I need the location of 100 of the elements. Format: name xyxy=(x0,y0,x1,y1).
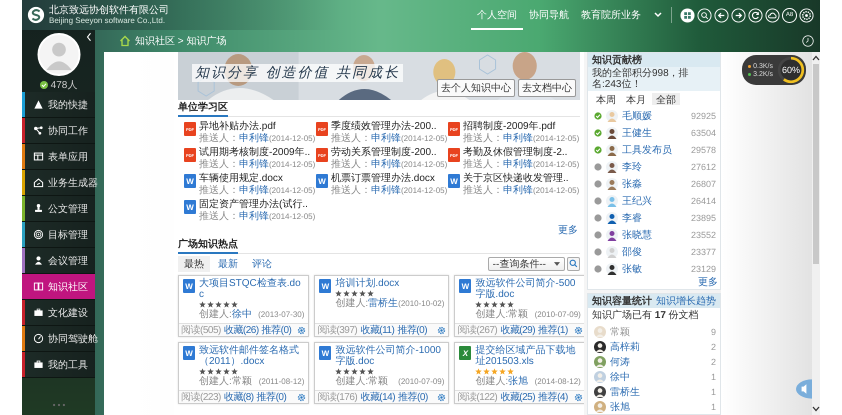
banner-button[interactable]: 去个人知识中心 xyxy=(437,79,515,97)
user-link[interactable]: 张晓慧 xyxy=(622,228,652,242)
search-button[interactable] xyxy=(567,256,580,270)
scroll-down-icon[interactable] xyxy=(812,406,820,412)
creator-name[interactable]: 雷桥生 xyxy=(368,298,398,310)
pusher-link[interactable]: 申利锋 xyxy=(371,159,401,171)
word-file-icon: W xyxy=(183,279,195,293)
sidebar-item[interactable]: 会议管理 xyxy=(22,248,95,274)
user-name[interactable]: 何涛 xyxy=(610,354,630,368)
forward-icon[interactable] xyxy=(731,8,746,22)
nav-tab[interactable]: 教育院所业务 xyxy=(575,0,647,30)
document-title[interactable]: 致远软件公司简介-1000字版.doc xyxy=(335,345,444,367)
recommend-link[interactable]: 推荐(0) xyxy=(398,390,428,404)
sidebar-item[interactable]: 公文管理 xyxy=(22,196,95,222)
sidebar-item[interactable]: 表单应用 xyxy=(22,144,95,170)
document-title[interactable]: 提交给区域产品下载地址201503.xls xyxy=(475,345,581,367)
pusher-link[interactable]: 申利锋 xyxy=(371,185,401,197)
file-name[interactable]: 固定资产管理办法(试行.. xyxy=(199,199,316,211)
clock-icon[interactable] xyxy=(802,35,814,47)
back-icon[interactable] xyxy=(714,8,729,22)
recommend-link[interactable]: 推荐(4) xyxy=(538,390,568,404)
sidebar-item[interactable]: 知识社区 xyxy=(22,274,95,300)
user-link[interactable]: 毛顺媛 xyxy=(622,108,652,122)
pusher-link[interactable]: 申利锋 xyxy=(503,185,533,197)
period-tab[interactable]: 本周 xyxy=(592,93,620,105)
file-name[interactable]: 招聘制度-2009年.pdf xyxy=(463,121,580,133)
sidebar-item[interactable]: 文化建设 xyxy=(22,300,95,326)
document-title[interactable]: 大项目STQC检查表.doc xyxy=(199,278,304,300)
scroll-up-icon[interactable] xyxy=(812,55,820,61)
favorite-link[interactable]: 收藏(14) xyxy=(360,390,396,404)
pusher-label: 推送人： xyxy=(199,159,239,171)
pusher-link[interactable]: 申利锋 xyxy=(239,185,269,197)
breadcrumb: 知识社区 > 知识广场 xyxy=(135,34,226,48)
user-link[interactable]: 邵俊 xyxy=(622,244,642,258)
recommend-link[interactable]: 推荐(0) xyxy=(262,323,292,337)
pusher-link[interactable]: 申利锋 xyxy=(503,133,533,145)
user-name[interactable]: 高梓莉 xyxy=(610,340,640,354)
refresh-icon[interactable] xyxy=(748,8,763,22)
favorite-link[interactable]: 收藏(11) xyxy=(360,323,394,337)
file-name[interactable]: 试用期考核制度-2009年.. xyxy=(199,147,316,159)
user-name[interactable]: 张旭 xyxy=(610,400,630,414)
table-icon xyxy=(33,151,44,162)
document-title[interactable]: 致远软件公司简介-500字版.doc xyxy=(475,278,581,300)
home-icon[interactable] xyxy=(119,35,131,47)
file-name[interactable]: 劳动关系管理制度-200.. xyxy=(331,147,448,159)
user-link[interactable]: 王纪兴 xyxy=(622,194,652,208)
user-link[interactable]: 张敏 xyxy=(622,262,642,276)
favorite-link[interactable]: 收藏(25) xyxy=(500,390,536,404)
more-link[interactable]: 更多 xyxy=(558,225,578,237)
period-tab[interactable]: 本月 xyxy=(622,93,650,105)
user-link[interactable]: 李睿 xyxy=(622,210,642,224)
sidebar-item[interactable]: 协同驾驶舱 xyxy=(22,326,95,352)
favorite-link[interactable]: 收藏(26) xyxy=(224,323,259,337)
user-link[interactable]: 工具发布员 xyxy=(622,142,672,156)
collapse-icon[interactable] xyxy=(86,32,92,42)
recommend-link[interactable]: 推荐(1) xyxy=(538,323,568,337)
trend-link[interactable]: 知识增长趋势 xyxy=(656,294,716,308)
created-date: (2011-08-12) xyxy=(258,376,304,388)
user-link[interactable]: 王健生 xyxy=(622,126,652,140)
pusher-label: 推送人： xyxy=(331,133,371,145)
document-title[interactable]: 培训计划.docx xyxy=(335,278,444,289)
pusher-link[interactable]: 申利锋 xyxy=(503,159,533,171)
pusher-link[interactable]: 申利锋 xyxy=(239,159,269,171)
more-link[interactable]: 更多 xyxy=(698,277,718,289)
file-name[interactable]: 机票订票管理办法.docx xyxy=(331,173,448,185)
sidebar-item[interactable]: 目标管理 xyxy=(22,222,95,248)
document-title[interactable]: 致远软件邮件签名格式（2011）.docx xyxy=(199,345,304,367)
user-name[interactable]: 徐中 xyxy=(610,370,630,384)
sidebar-item[interactable]: 我的快捷 xyxy=(22,92,95,118)
file-name[interactable]: 季度绩效管理办法-200.. xyxy=(331,121,448,133)
filter-tab[interactable]: 最热 xyxy=(178,256,210,272)
filter-tab[interactable]: 最新 xyxy=(212,256,244,272)
search-icon[interactable] xyxy=(697,8,712,22)
user-link[interactable]: 李玲 xyxy=(622,160,642,174)
file-name[interactable]: 异地补贴办法.pdf xyxy=(199,121,316,133)
nav-tab[interactable]: 协同导航 xyxy=(523,0,575,30)
favorite-link[interactable]: 收藏(29) xyxy=(500,323,536,337)
chevron-down-icon[interactable] xyxy=(653,10,663,20)
sidebar-item[interactable]: 业务生成器 xyxy=(22,170,95,196)
file-name[interactable]: 考勤及休假管理制度-2.. xyxy=(463,147,580,159)
file-name[interactable]: 车辆使用规定.docx xyxy=(199,173,316,185)
favorite-link[interactable]: 收藏(8) xyxy=(224,390,254,404)
user-name[interactable]: 雷桥生 xyxy=(610,384,640,398)
filter-tab[interactable]: 评论 xyxy=(246,256,278,272)
creator-name[interactable]: 徐中 xyxy=(232,309,252,321)
user-link[interactable]: 张淼 xyxy=(622,176,642,190)
recommend-link[interactable]: 推荐(0) xyxy=(397,323,428,337)
query-dropdown[interactable]: --查询条件-- xyxy=(488,256,565,270)
recommend-link[interactable]: 推荐(0) xyxy=(256,390,286,404)
banner-button[interactable]: 去文档中心 xyxy=(518,79,576,97)
creator-name[interactable]: 张旭 xyxy=(508,376,528,388)
file-name[interactable]: 关于京区快递收发管理.. xyxy=(463,173,580,185)
cloud-icon[interactable] xyxy=(765,8,780,22)
sidebar-item[interactable]: 协同工作 xyxy=(22,118,95,144)
pusher-link[interactable]: 申利锋 xyxy=(371,133,401,145)
sidebar-item[interactable]: 我的工具 xyxy=(22,352,95,378)
pusher-link[interactable]: 申利锋 xyxy=(239,211,269,223)
pusher-link[interactable]: 申利锋 xyxy=(239,133,269,145)
apps-icon[interactable] xyxy=(680,8,695,22)
period-tab[interactable]: 全部 xyxy=(652,93,680,105)
